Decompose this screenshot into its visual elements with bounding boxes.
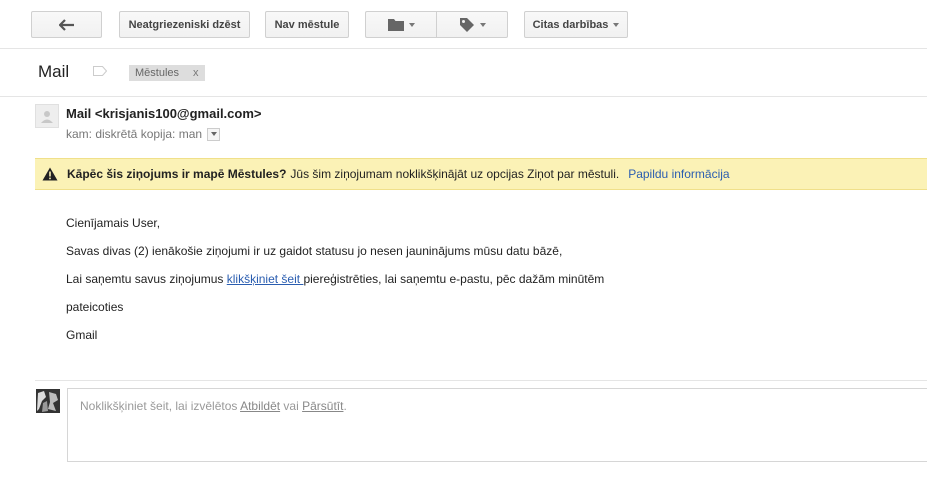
chevron-down-icon [210,132,217,136]
reply-prefix: Noklikšķiniet šeit, lai izvēlētos [80,399,241,413]
warning-text: Jūs šim ziņojumam noklikšķinājāt uz opci… [290,167,620,181]
body-line-1: Savas divas (2) ienākošie ziņojumi ir uz… [66,244,563,258]
more-actions-label: Citas darbības [532,18,609,31]
reply-suffix: . [343,399,347,413]
not-spam-move-label: Nav mēstule [274,18,340,31]
show-details-button[interactable] [207,127,221,141]
recipient-line: kam: diskrētā kopija: man [66,127,221,141]
sender-avatar [35,104,59,128]
body-closing: pateicoties [66,300,124,314]
person-icon [41,111,53,123]
label-chip-spam[interactable]: Mēstules x [129,65,205,81]
body-signature: Gmail [66,328,98,342]
toolbar: Neatgriezeniski dzēst Nav mēstule Citas … [0,0,927,49]
label-chip-remove-button[interactable]: x [193,67,199,79]
divider [35,380,927,381]
body-line-2-after: piereģistrēties, lai saņemtu e-pastu, pē… [303,272,605,286]
warning-triangle-icon [42,167,58,181]
body-line-2-before: Lai saņemtu savus ziņojumus [66,272,227,286]
body-line-2: Lai saņemtu savus ziņojumus klikšķiniet … [66,272,604,286]
back-button[interactable] [31,11,102,38]
sender-name: Mail <krisjanis100@gmail.com> [66,106,262,121]
user-photo-icon [36,389,60,413]
chevron-down-icon [409,22,415,27]
user-avatar [36,389,60,413]
not-spam-button[interactable]: Neatgriezeniski dzēst [119,11,250,38]
body-greeting: Cienījamais User, [66,216,161,230]
chevron-down-icon [479,22,486,27]
arrow-left-icon [58,18,74,31]
more-actions-button[interactable]: Citas darbības [524,11,628,38]
click-here-link[interactable]: klikšķiniet šeit [227,272,304,286]
subject-row: Mail Mēstules x [0,49,927,97]
importance-marker-icon[interactable] [93,66,107,76]
reply-box[interactable]: Noklikšķiniet šeit, lai izvēlētos Atbild… [67,388,927,462]
not-spam-move-button[interactable]: Nav mēstule [265,11,349,38]
move-to-button[interactable] [365,11,437,38]
folder-icon [388,19,404,31]
recipient-text: kam: diskrētā kopija: man [66,127,203,141]
spam-warning-banner: Kāpēc šis ziņojums ir mapē Mēstules? Jūs… [35,158,927,190]
forward-link[interactable]: Pārsūtīt [302,399,343,413]
message-subject: Mail [38,62,70,81]
reply-middle: vai [280,399,303,413]
warning-title: Kāpēc šis ziņojums ir mapē Mēstules? [67,167,287,181]
not-spam-label: Neatgriezeniski dzēst [128,18,241,31]
learn-more-link[interactable]: Papildu informācija [628,167,729,181]
chevron-down-icon [613,22,620,27]
labels-button[interactable] [436,11,508,38]
label-chip-text: Mēstules [135,67,180,79]
label-tag-icon [459,17,474,32]
reply-link[interactable]: Atbildēt [240,399,280,413]
